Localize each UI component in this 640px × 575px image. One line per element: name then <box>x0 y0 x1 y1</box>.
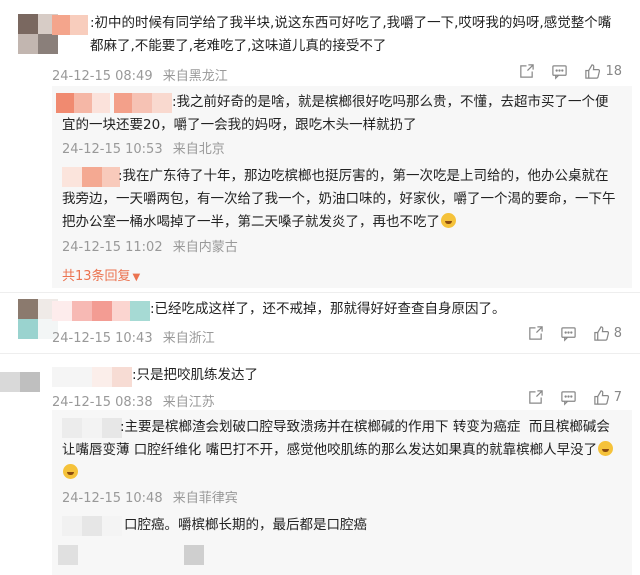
reply-button[interactable] <box>560 325 577 342</box>
comment-text: :初中的时候有同学给了我半块,说这东西可好吃了,我嚼了一下,哎呀我的妈呀,感觉整… <box>90 15 612 54</box>
comment-text: :已经吃成这样了，还不戒掉，那就得好好查查自身原因了。 <box>150 301 506 317</box>
thumbs-up-icon <box>593 390 609 405</box>
laugh-cry-emoji <box>63 464 78 479</box>
share-icon <box>528 390 543 404</box>
reply-meta: 24-12-15 11:02 来自内蒙古 <box>62 236 238 255</box>
comment-text: :只是把咬肌练发达了 <box>132 367 259 383</box>
comment-location: 来自江苏 <box>162 395 215 410</box>
comment-actions: 8 <box>527 325 622 342</box>
reply-text: :主要是槟榔渣会划破口腔导致溃疡并在槟榔碱的作用下 转变为癌症 而且槟榔碱会让嘴… <box>62 416 622 485</box>
comment-icon <box>560 391 576 406</box>
comment-time: 24-12-15 08:49 <box>52 69 153 84</box>
reply-location: 来自北京 <box>172 142 225 157</box>
reply-time: 24-12-15 11:02 <box>62 240 163 255</box>
caret-down-icon: ▼ <box>132 272 141 283</box>
comment-time: 24-12-15 08:38 <box>52 395 153 410</box>
reply-text: :我在广东待了十年，那边吃槟榔也挺厉害的，第一次吃是上司给的，他办公桌就在我旁边… <box>62 168 616 230</box>
share-button[interactable] <box>527 389 544 406</box>
username-mosaic[interactable] <box>52 15 90 35</box>
like-count: 18 <box>605 64 622 79</box>
comment-time: 24-12-15 10:43 <box>52 331 153 346</box>
username-mosaic[interactable] <box>52 301 150 321</box>
like-button[interactable]: 7 <box>593 389 622 406</box>
comment-actions: 7 <box>527 389 622 406</box>
reply-button[interactable] <box>560 389 577 406</box>
expand-replies-label: 共13条回复 <box>62 269 131 284</box>
reply-meta: 24-12-15 10:48 来自菲律宾 <box>62 487 238 506</box>
like-count: 7 <box>613 390 622 405</box>
reply-location: 来自菲律宾 <box>172 491 238 506</box>
reply-meta: 24-12-15 10:53 来自北京 <box>62 138 225 157</box>
laugh-cry-emoji <box>441 213 456 228</box>
comment-actions: 18 <box>518 63 622 80</box>
expand-replies-button[interactable]: 共13条回复 ▼ <box>62 265 140 284</box>
share-button[interactable] <box>518 63 535 80</box>
comment-location: 来自黑龙江 <box>162 69 228 84</box>
like-count: 8 <box>613 326 622 341</box>
divider <box>0 292 640 293</box>
comment-icon <box>552 65 568 80</box>
divider <box>0 353 640 354</box>
thumbs-up-icon <box>585 64 601 79</box>
comment-location: 来自浙江 <box>162 331 215 346</box>
like-button[interactable]: 18 <box>584 63 622 80</box>
thumbs-up-icon <box>593 326 609 341</box>
comment-meta: 24-12-15 10:43 来自浙江 <box>52 327 215 346</box>
share-icon <box>528 326 543 340</box>
reply-location: 来自内蒙古 <box>172 240 238 255</box>
reply-username-mosaic[interactable] <box>62 516 122 536</box>
comment-meta: 24-12-15 08:49 来自黑龙江 <box>52 65 228 84</box>
reply-button[interactable] <box>551 63 568 80</box>
comment-icon <box>560 327 576 342</box>
avatar[interactable] <box>58 545 218 565</box>
reply-text: :我之前好奇的是啥，就是槟榔很好吃吗那么贵，不懂，去超市买了一个便宜的一块还要2… <box>62 94 609 133</box>
like-button[interactable]: 8 <box>593 325 622 342</box>
comment-meta: 24-12-15 08:38 来自江苏 <box>52 391 215 410</box>
reply-time: 24-12-15 10:53 <box>62 142 163 157</box>
share-icon <box>520 64 535 78</box>
share-button[interactable] <box>527 325 544 342</box>
reply-text: 口腔癌。嚼槟榔长期的，最后都是口腔癌 <box>124 517 367 533</box>
username-mosaic[interactable] <box>52 367 134 387</box>
reply-time: 24-12-15 10:48 <box>62 491 163 506</box>
laugh-cry-emoji <box>598 441 614 456</box>
avatar[interactable] <box>0 372 40 392</box>
